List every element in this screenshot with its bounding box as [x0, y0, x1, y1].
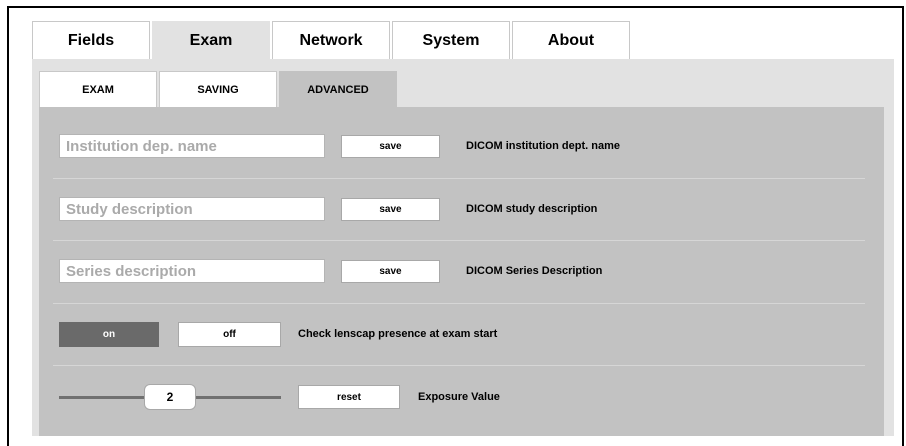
tab-system[interactable]: System: [392, 21, 510, 59]
lenscap-off-button[interactable]: off: [178, 322, 281, 347]
study-description-input[interactable]: [59, 197, 325, 221]
main-tab-bar: Fields Exam Network System About: [32, 21, 632, 59]
tab-exam[interactable]: Exam: [152, 21, 270, 59]
subtab-advanced[interactable]: ADVANCED: [279, 71, 397, 107]
subtab-exam[interactable]: EXAM: [39, 71, 157, 107]
row-divider: [53, 303, 865, 304]
lenscap-on-button[interactable]: on: [59, 322, 159, 347]
row-divider: [53, 240, 865, 241]
series-description-input[interactable]: [59, 259, 325, 283]
advanced-settings-panel: save DICOM institution dept. name save D…: [39, 107, 884, 436]
tab-network[interactable]: Network: [272, 21, 390, 59]
exposure-reset-button[interactable]: reset: [298, 385, 400, 409]
exposure-slider-handle[interactable]: 2: [144, 384, 196, 410]
series-description-label: DICOM Series Description: [466, 265, 603, 277]
sub-tab-bar: EXAM SAVING ADVANCED: [39, 71, 399, 107]
subtab-saving[interactable]: SAVING: [159, 71, 277, 107]
institution-dept-name-label: DICOM institution dept. name: [466, 140, 620, 152]
save-study-button[interactable]: save: [341, 198, 440, 221]
row-divider: [53, 365, 865, 366]
lenscap-check-label: Check lenscap presence at exam start: [298, 328, 498, 340]
institution-dept-name-input[interactable]: [59, 134, 325, 158]
row-divider: [53, 178, 865, 179]
save-series-button[interactable]: save: [341, 260, 440, 283]
save-institution-button[interactable]: save: [341, 135, 440, 158]
exposure-value-label: Exposure Value: [418, 391, 500, 403]
tab-fields[interactable]: Fields: [32, 21, 150, 59]
tab-about[interactable]: About: [512, 21, 630, 59]
study-description-label: DICOM study description: [466, 203, 598, 215]
